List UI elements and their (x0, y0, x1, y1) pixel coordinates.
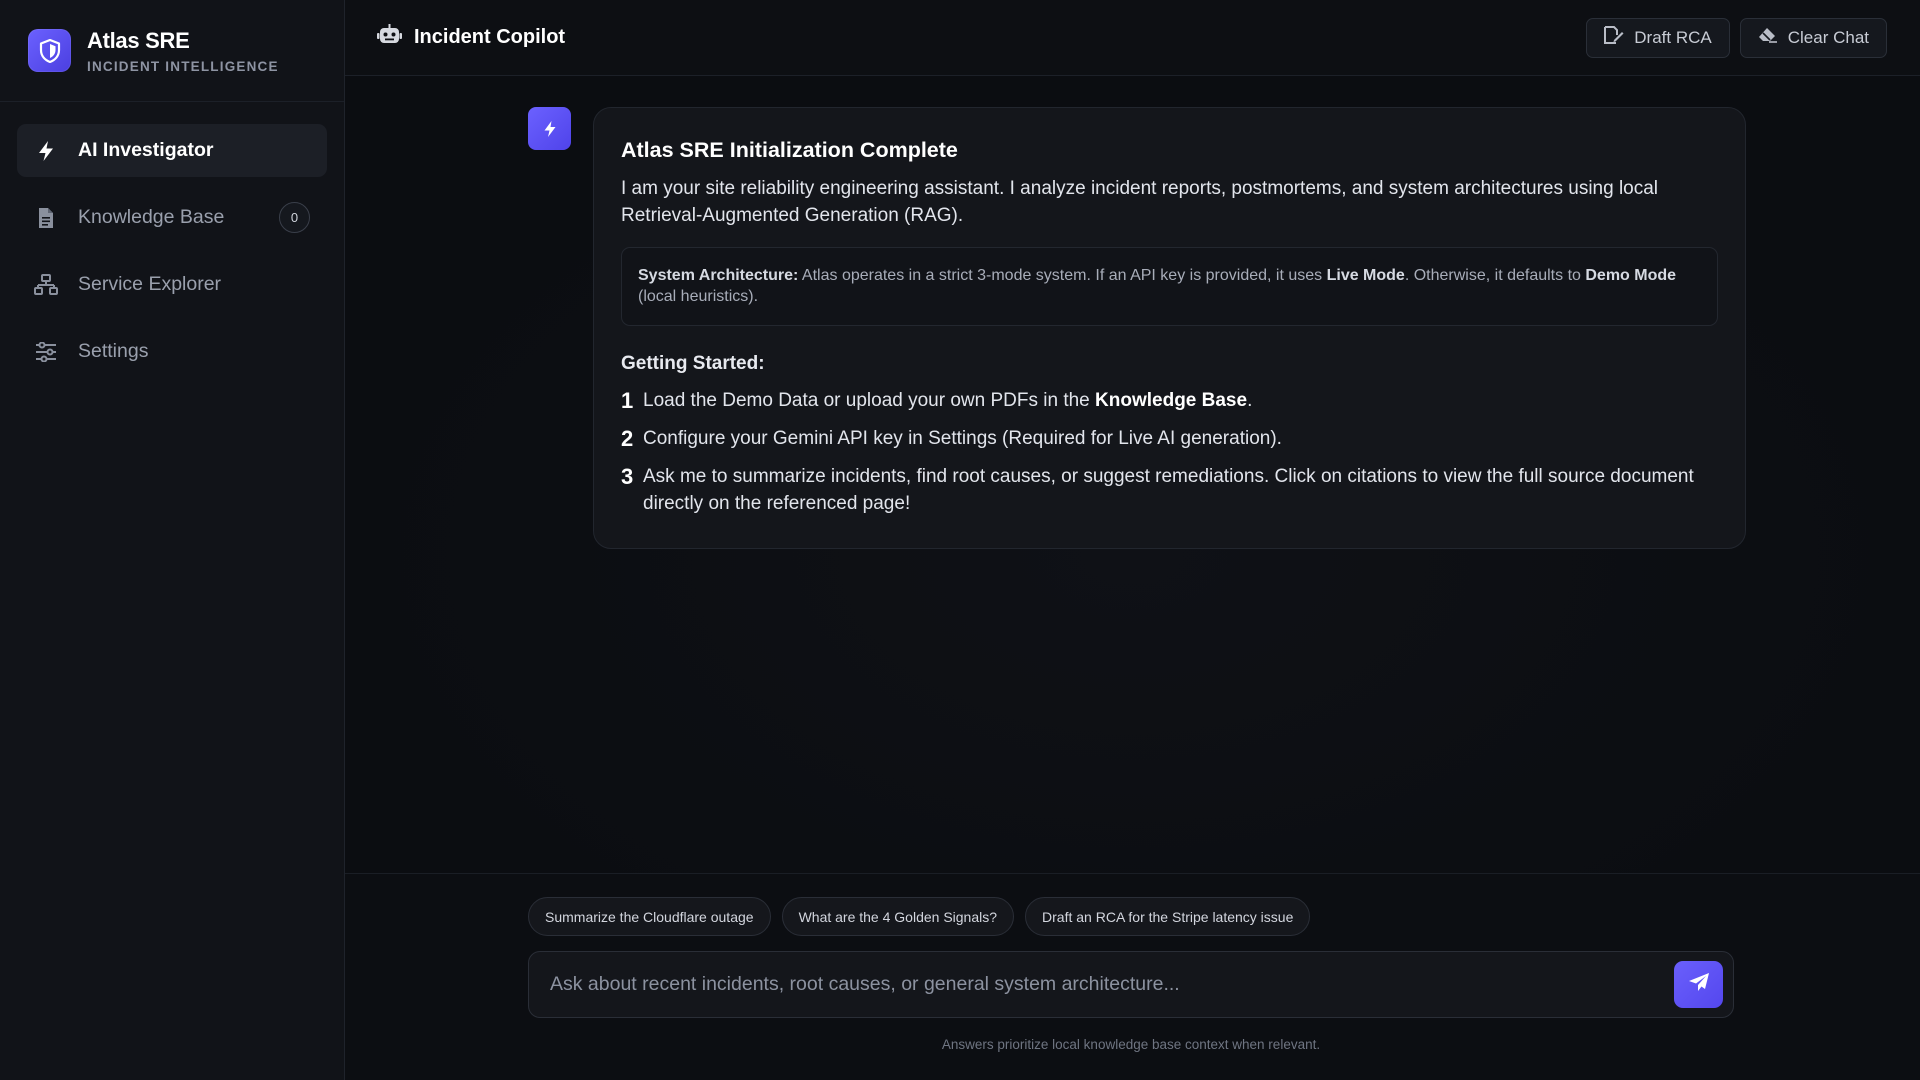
step-item: 2 Configure your Gemini API key in Setti… (621, 425, 1718, 452)
draft-rca-label: Draft RCA (1634, 27, 1712, 47)
step-text-part: . (1247, 390, 1253, 411)
top-bar: Incident Copilot Draft RCA Clear Chat (345, 0, 1920, 76)
draft-rca-button[interactable]: Draft RCA (1586, 17, 1730, 58)
sidebar-item-knowledge-base[interactable]: Knowledge Base 0 (17, 191, 327, 244)
chat-thread: Atlas SRE Initialization Complete I am y… (345, 76, 1920, 873)
step-item: 3 Ask me to summarize incidents, find ro… (621, 463, 1718, 517)
step-text: Ask me to summarize incidents, find root… (643, 466, 1694, 514)
arch-text: (local heuristics). (638, 288, 759, 305)
demo-mode-label: Demo Mode (1585, 267, 1677, 284)
assistant-message: Atlas SRE Initialization Complete I am y… (528, 107, 1746, 549)
chat-input[interactable] (550, 973, 1674, 996)
send-button[interactable] (1674, 961, 1723, 1008)
sidebar-item-service-explorer[interactable]: Service Explorer (17, 258, 327, 311)
main-panel: Incident Copilot Draft RCA Clear Chat At… (345, 0, 1920, 1080)
step-number: 3 (621, 464, 634, 489)
arch-label: System Architecture: (638, 267, 799, 284)
sidebar: Atlas SRE INCIDENT INTELLIGENCE AI Inves… (0, 0, 345, 1080)
chat-input-container (528, 951, 1734, 1018)
clear-chat-button[interactable]: Clear Chat (1739, 17, 1887, 58)
knowledge-base-ref: Knowledge Base (1095, 390, 1248, 411)
sidebar-item-label: Settings (78, 340, 149, 362)
suggestion-chip[interactable]: Draft an RCA for the Stripe latency issu… (1025, 897, 1311, 936)
message-intro: I am your site reliability engineering a… (621, 178, 1659, 226)
step-number: 1 (621, 388, 634, 413)
sidebar-item-label: AI Investigator (78, 139, 214, 161)
sidebar-item-label: Knowledge Base (78, 206, 225, 228)
app-root: Atlas SRE INCIDENT INTELLIGENCE AI Inves… (0, 0, 1920, 1080)
live-mode-label: Live Mode (1326, 267, 1405, 284)
page-title: Incident Copilot (377, 24, 565, 51)
composer-footnote: Answers prioritize local knowledge base … (941, 1037, 1321, 1052)
eraser-icon (1758, 27, 1778, 48)
getting-started-heading: Getting Started: (621, 353, 765, 374)
composer: Summarize the Cloudflare outage What are… (345, 873, 1920, 1080)
sidebar-item-settings[interactable]: Settings (17, 325, 327, 378)
sidebar-item-label: Service Explorer (78, 273, 222, 295)
brand-subtitle: INCIDENT INTELLIGENCE (87, 58, 279, 74)
suggestion-chip[interactable]: Summarize the Cloudflare outage (528, 897, 771, 936)
step-text-part: Load the Demo Data or upload your own PD… (643, 390, 1096, 411)
network-icon (34, 273, 58, 297)
step-item: 1 Load the Demo Data or upload your own … (621, 387, 1718, 414)
page-title-text: Incident Copilot (414, 26, 566, 48)
suggestion-chip[interactable]: What are the 4 Golden Signals? (781, 897, 1015, 936)
step-number: 2 (621, 426, 634, 451)
sidebar-nav: AI Investigator Knowledge Base 0 Service… (0, 102, 344, 400)
brand: Atlas SRE INCIDENT INTELLIGENCE (0, 0, 344, 102)
count-badge: 0 (279, 202, 310, 233)
shield-icon (28, 29, 71, 72)
step-text: Load the Demo Data or upload your own PD… (643, 387, 1252, 414)
architecture-note: System Architecture: Atlas operates in a… (621, 247, 1718, 326)
sidebar-item-ai-investigator[interactable]: AI Investigator (17, 124, 327, 177)
header-actions: Draft RCA Clear Chat (1586, 17, 1887, 58)
steps-list: 1 Load the Demo Data or upload your own … (621, 387, 1718, 517)
message-card: Atlas SRE Initialization Complete I am y… (593, 107, 1746, 549)
message-title: Atlas SRE Initialization Complete (621, 138, 958, 162)
brand-name: Atlas SRE (87, 27, 190, 53)
step-text: Configure your Gemini API key in Setting… (643, 428, 1282, 449)
arch-text: Atlas operates in a strict 3-mode system… (798, 267, 1327, 284)
send-icon (1688, 972, 1710, 997)
bolt-icon (34, 139, 58, 163)
file-signature-icon (1604, 26, 1624, 49)
arch-text: . Otherwise, it defaults to (1404, 267, 1586, 284)
sliders-icon (34, 340, 58, 364)
document-icon (34, 206, 58, 230)
suggestion-chips: Summarize the Cloudflare outage What are… (528, 897, 1311, 936)
clear-chat-label: Clear Chat (1787, 27, 1869, 47)
robot-icon (377, 24, 402, 51)
bolt-icon (528, 107, 571, 150)
